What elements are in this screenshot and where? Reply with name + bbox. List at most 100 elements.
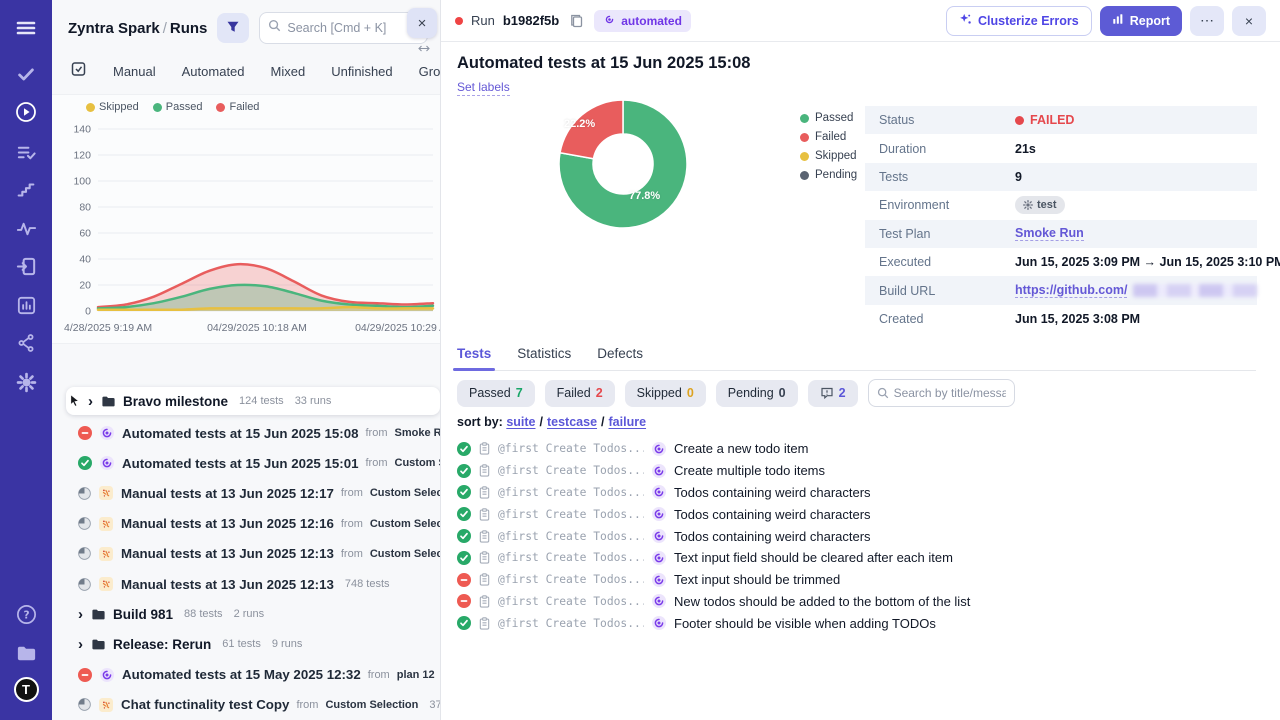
select-runs-icon[interactable] <box>70 60 87 82</box>
report-button[interactable]: Report <box>1100 6 1182 36</box>
run-group-row[interactable]: ›Release: Rerun61 tests9 runs <box>52 629 440 659</box>
chevron-right-icon[interactable]: › <box>78 607 83 622</box>
clusterize-errors-button[interactable]: Clusterize Errors <box>946 6 1092 36</box>
runs-icon[interactable] <box>0 99 52 125</box>
environment-badge[interactable]: test <box>1015 196 1065 214</box>
run-row[interactable]: Manual tests at 13 Jun 2025 12:13fromCus… <box>52 539 440 569</box>
copy-run-id-button[interactable] <box>567 11 586 30</box>
manual-run-icon <box>98 546 114 562</box>
chevron-right-icon[interactable]: › <box>78 637 83 652</box>
run-group-row[interactable]: ›Build 98188 tests2 runs <box>52 599 440 629</box>
folder-icon <box>101 394 116 409</box>
status-passed-icon <box>457 507 471 521</box>
tab-unfinished[interactable]: Unfinished <box>331 64 392 79</box>
sort-option-testcase[interactable]: testcase <box>547 415 597 429</box>
bar-chart-icon[interactable] <box>0 292 52 318</box>
tab-mixed[interactable]: Mixed <box>271 64 306 79</box>
tab-statistics[interactable]: Statistics <box>517 346 571 370</box>
filter-count: 2 <box>839 386 846 400</box>
menu-icon[interactable] <box>0 15 52 41</box>
run-source[interactable]: plan 12 <box>397 669 435 681</box>
test-row[interactable]: @first Create Todos...Todos containing w… <box>457 525 1280 547</box>
steps-icon[interactable] <box>0 177 52 203</box>
test-suite: @first Create Todos... <box>498 442 644 455</box>
branch-icon[interactable] <box>0 330 52 356</box>
legend-item-passed: Passed <box>153 101 203 113</box>
run-row[interactable]: Chat functinality test CopyfromCustom Se… <box>52 690 440 720</box>
app-logo[interactable]: T <box>0 676 52 702</box>
import-icon[interactable] <box>0 253 52 279</box>
automated-icon <box>651 550 667 566</box>
filter-chip-passed[interactable]: Passed7 <box>457 380 535 407</box>
close-run-button[interactable]: × <box>1232 6 1266 36</box>
more-actions-button[interactable]: ⋯ <box>1190 6 1224 36</box>
run-source[interactable]: Custom Selection <box>325 699 418 711</box>
svg-text:0: 0 <box>85 306 91 318</box>
automated-icon <box>651 572 667 588</box>
automated-badge[interactable]: automated <box>594 10 691 32</box>
filter-chip-pending[interactable]: Pending0 <box>716 380 798 407</box>
run-group-row[interactable]: ›Bravo milestone124 tests33 runs <box>66 387 440 415</box>
sort-option-suite[interactable]: suite <box>506 415 535 429</box>
filter-chip-skipped[interactable]: Skipped0 <box>625 380 706 407</box>
detail-row-test-plan: Test PlanSmoke Run <box>865 220 1257 248</box>
tab-manual[interactable]: Manual <box>113 64 156 79</box>
status-passed-icon <box>457 442 471 456</box>
tab-groups[interactable]: Groups <box>419 64 441 79</box>
run-source[interactable]: Smoke Run <box>395 427 442 439</box>
run-label: Run <box>471 13 495 28</box>
build-url-link[interactable]: https://github.com/ <box>1015 283 1127 298</box>
runs-search-input[interactable] <box>287 21 419 35</box>
tab-automated[interactable]: Automated <box>182 64 245 79</box>
detail-row-environment: Environmenttest <box>865 191 1257 219</box>
run-row[interactable]: Manual tests at 13 Jun 2025 12:16fromCus… <box>52 509 440 539</box>
list-check-icon[interactable] <box>0 139 52 165</box>
filter-button[interactable] <box>217 13 249 43</box>
resize-handle-icon[interactable] <box>418 40 430 58</box>
run-row[interactable]: Automated tests at 15 May 2025 12:32from… <box>52 660 440 690</box>
test-row[interactable]: @first Create Todos...Text input should … <box>457 569 1280 591</box>
gear-icon[interactable] <box>0 369 52 395</box>
status-progress-icon <box>78 487 91 500</box>
help-icon[interactable]: ? <box>0 601 52 627</box>
set-labels-link[interactable]: Set labels <box>457 80 510 96</box>
run-row[interactable]: Manual tests at 13 Jun 2025 12:17fromCus… <box>52 478 440 508</box>
folder-icon[interactable] <box>0 640 52 666</box>
svg-text:80: 80 <box>79 202 91 214</box>
filter-chip-comments[interactable]: 2 <box>808 380 858 407</box>
tab-tests[interactable]: Tests <box>457 346 491 370</box>
run-tabs: Tests Statistics Defects <box>457 346 1256 371</box>
test-suite: @first Create Todos... <box>498 617 644 630</box>
check-icon[interactable] <box>0 61 52 87</box>
run-source[interactable]: Custom Selection <box>370 487 441 499</box>
tab-defects[interactable]: Defects <box>597 346 643 370</box>
breadcrumb-project[interactable]: Zyntra Spark <box>68 20 160 37</box>
tests-search-input[interactable] <box>894 386 1006 400</box>
run-source[interactable]: Custom Selection <box>370 518 441 530</box>
test-row[interactable]: @first Create Todos...Text input field s… <box>457 547 1280 569</box>
test-plan-link[interactable]: Smoke Run <box>1015 226 1084 241</box>
detail-row-created: CreatedJun 15, 2025 3:08 PM <box>865 305 1257 333</box>
detail-label: Duration <box>865 142 1015 156</box>
clusterize-errors-label: Clusterize Errors <box>978 14 1079 28</box>
legend-dot <box>800 114 809 123</box>
sort-option-failure[interactable]: failure <box>609 415 647 429</box>
run-row[interactable]: Automated tests at 15 Jun 2025 15:08from… <box>52 418 440 448</box>
automated-icon <box>651 463 667 479</box>
run-row[interactable]: Manual tests at 13 Jun 2025 12:13748 tes… <box>52 569 440 599</box>
chevron-right-icon[interactable]: › <box>88 394 93 409</box>
test-row[interactable]: @first Create Todos...Footer should be v… <box>457 612 1280 634</box>
test-row[interactable]: @first Create Todos...Create a new todo … <box>457 438 1280 460</box>
automated-run-icon <box>99 425 115 441</box>
run-row[interactable]: Automated tests at 15 Jun 2025 15:01from… <box>52 448 440 478</box>
panel-close-button[interactable]: × <box>407 8 437 38</box>
test-row[interactable]: @first Create Todos...Create multiple to… <box>457 460 1280 482</box>
test-row[interactable]: @first Create Todos...Todos containing w… <box>457 482 1280 504</box>
filter-chip-failed[interactable]: Failed2 <box>545 380 615 407</box>
run-source[interactable]: Custom Selection <box>370 548 441 560</box>
test-row[interactable]: @first Create Todos...New todos should b… <box>457 591 1280 613</box>
run-source[interactable]: Custom Selection <box>395 457 442 469</box>
search-icon <box>268 19 281 37</box>
test-row[interactable]: @first Create Todos...Todos containing w… <box>457 503 1280 525</box>
pulse-icon[interactable] <box>0 215 52 241</box>
